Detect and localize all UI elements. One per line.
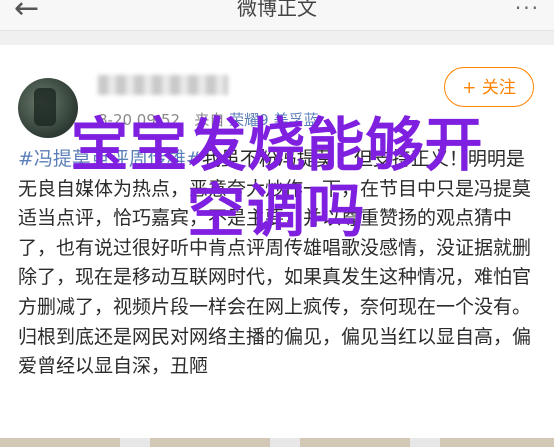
follow-button[interactable]: + 关注 — [444, 67, 534, 107]
top-bar: ← 微博正文 ··· — [0, 0, 554, 31]
weibo-post: 8-20 09:52 来自 荣耀9 美孚蓝 + 关注 #冯提莫点评周传雄#我虽不… — [0, 45, 554, 447]
more-icon[interactable]: ··· — [515, 0, 540, 18]
image-strip[interactable] — [0, 438, 554, 447]
author-name-blurred[interactable] — [98, 75, 228, 95]
overlay-line1: 宝宝发烧能够开 — [70, 111, 484, 179]
page-title: 微博正文 — [237, 0, 317, 20]
divider — [0, 31, 554, 45]
overlay-line2: 空调吗 — [186, 177, 367, 245]
watermark-overlay: 宝宝发烧能够开 空调吗 — [0, 112, 554, 244]
